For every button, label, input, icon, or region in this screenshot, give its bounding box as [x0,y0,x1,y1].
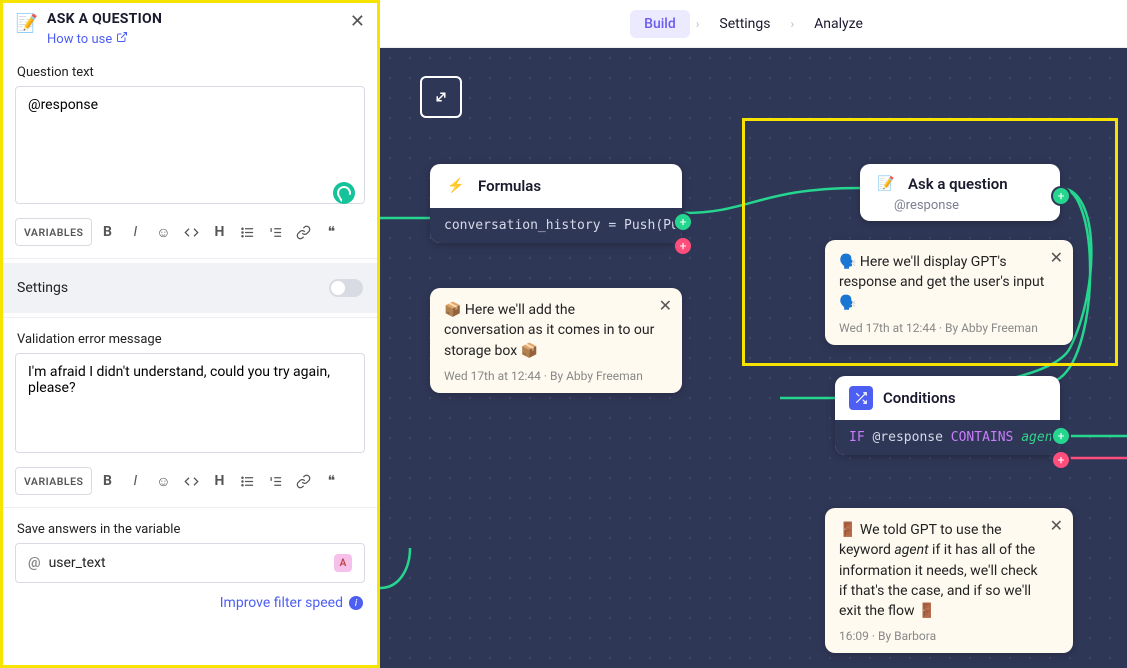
validation-toolbar: VARIABLES B I ☺ H ❝ [3,463,377,503]
code-preview: IF @response CONTAINS agent [835,420,1060,455]
add-port-icon[interactable]: + [675,214,691,230]
tab-settings[interactable]: Settings [705,10,784,38]
separator-icon: › [791,17,795,31]
tab-build[interactable]: Build [630,10,690,38]
settings-row[interactable]: Settings [3,263,377,313]
panel-title: ASK A QUESTION [47,11,342,27]
node-formulas[interactable]: ⚡ Formulas conversation_history = Push(P… [430,164,682,243]
comment-text: 🗣️ Here we'll display GPT's response and… [839,252,1059,313]
node-ask-question[interactable]: 📝 Ask a question @response + [860,164,1060,221]
pencil-icon: 📝 [15,11,39,35]
node-conditions[interactable]: Conditions IF @response CONTAINS agent +… [835,376,1060,455]
external-link-icon [116,31,128,47]
config-panel: 📝 ASK A QUESTION How to use ✕ Question t… [0,0,380,668]
at-icon: @ [28,555,41,571]
flow-canvas[interactable]: ⚡ Formulas conversation_history = Push(P… [380,48,1127,668]
separator-icon: › [696,17,700,31]
validation-label: Validation error message [3,322,377,353]
code-icon[interactable] [178,218,204,246]
heading-icon[interactable]: H [206,218,232,246]
variable-type-badge: A [334,554,352,572]
comment-text: 📦 Here we'll add the conversation as it … [444,300,668,361]
pencil-icon: 📝 [874,172,898,196]
top-nav: Build › Settings › Analyze [380,0,1127,48]
comment-storage[interactable]: ✕ 📦 Here we'll add the conversation as i… [430,288,682,393]
save-variable-label: Save answers in the variable [3,512,377,543]
code-preview: conversation_history = Push(Pus [430,208,682,243]
fullscreen-button[interactable] [420,76,462,118]
close-icon[interactable]: ✕ [1050,516,1063,535]
info-icon: i [349,596,363,610]
comment-gpt[interactable]: ✕ 🗣️ Here we'll display GPT's response a… [825,240,1073,345]
tab-analyze[interactable]: Analyze [800,10,877,38]
node-title: Conditions [883,389,956,407]
ul-icon[interactable] [234,218,260,246]
bold-icon[interactable]: B [94,218,120,246]
comment-meta: 16:09 · By Barbora [839,629,1059,643]
ol-icon[interactable] [262,218,288,246]
variables-button[interactable]: VARIABLES [15,218,92,246]
node-title: Formulas [478,177,541,195]
shuffle-icon [849,386,873,410]
validation-input[interactable] [15,353,365,453]
save-variable-value: user_text [49,555,326,571]
quote-icon[interactable]: ❝ [318,467,344,495]
italic-icon[interactable]: I [122,467,148,495]
close-icon[interactable]: ✕ [350,11,365,32]
emoji-icon[interactable]: ☺ [150,218,176,246]
link-icon[interactable] [290,467,316,495]
italic-icon[interactable]: I [122,218,148,246]
how-to-use-link[interactable]: How to use [47,31,128,47]
emoji-icon[interactable]: ☺ [150,467,176,495]
comment-meta: Wed 17th at 12:44 · By Abby Freeman [839,321,1059,335]
close-icon[interactable]: ✕ [659,296,672,315]
question-toolbar: VARIABLES B I ☺ H ❝ [3,214,377,254]
comment-agent[interactable]: ✕ 🚪 We told GPT to use the keyword agent… [825,508,1073,653]
quote-icon[interactable]: ❝ [318,218,344,246]
bold-icon[interactable]: B [94,467,120,495]
node-title: Ask a question [908,175,1008,193]
heading-icon[interactable]: H [206,467,232,495]
ul-icon[interactable] [234,467,260,495]
close-icon[interactable]: ✕ [1050,248,1063,267]
improve-filter-link[interactable]: Improve filter speed i [3,583,377,619]
add-port-icon[interactable]: + [1053,188,1069,204]
node-subtitle: @response [894,198,1060,221]
settings-toggle[interactable] [329,279,363,297]
comment-text: 🚪 We told GPT to use the keyword agent i… [839,520,1059,621]
lightning-icon: ⚡ [444,174,468,198]
question-text-label: Question text [3,55,377,86]
save-variable-input[interactable]: @ user_text A [15,543,365,583]
add-port-error-icon[interactable]: + [675,238,691,254]
grammarly-icon[interactable] [333,182,355,204]
ol-icon[interactable] [262,467,288,495]
variables-button[interactable]: VARIABLES [15,467,92,495]
settings-label: Settings [17,280,68,296]
question-text-input[interactable] [15,86,365,204]
comment-meta: Wed 17th at 12:44 · By Abby Freeman [444,369,668,383]
link-icon[interactable] [290,218,316,246]
add-port-error-icon[interactable]: + [1053,452,1069,468]
code-icon[interactable] [178,467,204,495]
add-port-icon[interactable]: + [1053,428,1069,444]
